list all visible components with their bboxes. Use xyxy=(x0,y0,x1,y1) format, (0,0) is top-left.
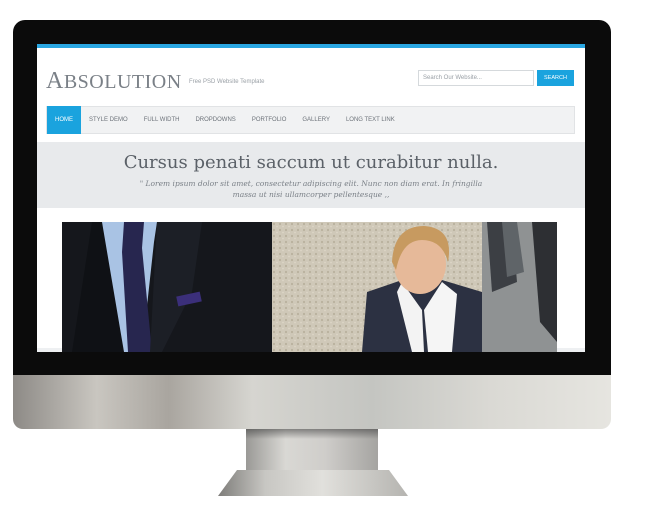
nav-item-portfolio[interactable]: PORTFOLIO xyxy=(244,106,295,134)
featured-photo xyxy=(62,222,557,352)
site-header: ABSOLUTION Free PSD Website Template Sea… xyxy=(37,48,585,102)
main-nav: HOME STYLE DEMO FULL WIDTH DROPDOWNS POR… xyxy=(46,106,575,134)
content-area xyxy=(37,208,585,352)
nav-item-full-width[interactable]: FULL WIDTH xyxy=(136,106,188,134)
logo-rest: BSOLUTION xyxy=(63,71,182,93)
site-logo[interactable]: ABSOLUTION xyxy=(46,68,182,95)
hero-quote: " Lorem ipsum dolor sit amet, consectetu… xyxy=(139,179,483,199)
search-button[interactable]: SEARCH xyxy=(537,70,574,86)
site-tagline: Free PSD Website Template xyxy=(189,79,265,85)
business-people-image xyxy=(62,222,557,352)
logo-initial: A xyxy=(46,68,64,94)
nav-item-home[interactable]: HOME xyxy=(47,106,81,134)
nav-item-long-text-link[interactable]: LONG TEXT LINK xyxy=(338,106,403,134)
hero-title: Cursus penati saccum ut curabitur nulla. xyxy=(123,152,499,173)
nav-item-style-demo[interactable]: STYLE DEMO xyxy=(81,106,136,134)
nav-item-gallery[interactable]: GALLERY xyxy=(294,106,338,134)
search-input[interactable]: Search Our Website... xyxy=(418,70,534,86)
hero-section: Cursus penati saccum ut curabitur nulla.… xyxy=(37,142,585,208)
monitor-stand-shadow xyxy=(246,429,378,439)
monitor-screen: ABSOLUTION Free PSD Website Template Sea… xyxy=(37,44,585,352)
nav-item-dropdowns[interactable]: DROPDOWNS xyxy=(187,106,243,134)
monitor-stand-base xyxy=(218,470,408,496)
navigation-wrapper: HOME STYLE DEMO FULL WIDTH DROPDOWNS POR… xyxy=(37,102,585,142)
monitor-chin xyxy=(13,375,611,429)
